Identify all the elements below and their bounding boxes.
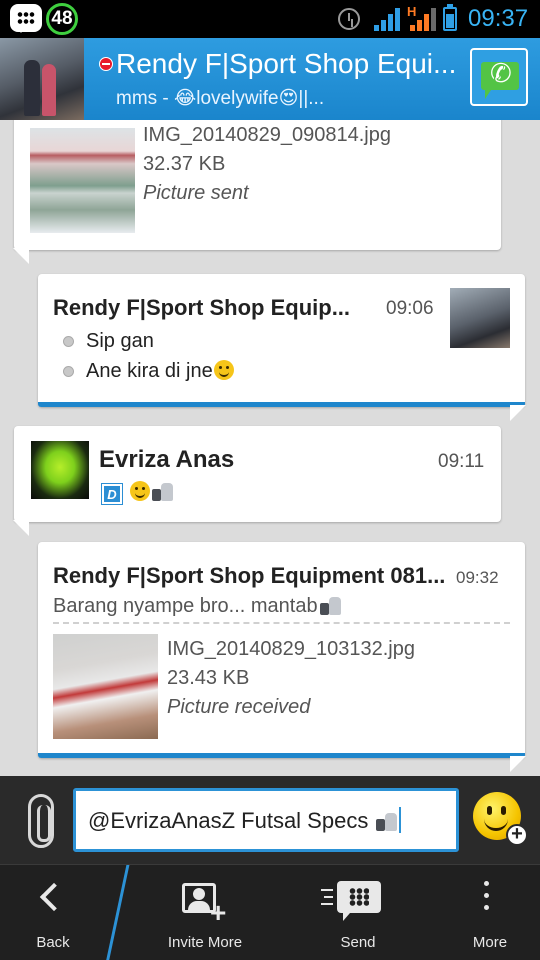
contact-avatar[interactable]	[0, 38, 84, 120]
back-chevron-icon	[39, 882, 69, 912]
message-time: 09:06	[386, 298, 434, 319]
bubble-tail	[510, 756, 526, 772]
chat-history[interactable]: IMG_20140829_090814.jpg 32.37 KB Picture…	[0, 120, 540, 776]
sender-name: Rendy F|Sport Shop Equip...	[53, 295, 351, 320]
contact-name: Rendy F|Sport Shop Equi...	[116, 48, 457, 79]
file-name: IMG_20140829_090814.jpg	[143, 124, 391, 146]
add-emoticon-icon[interactable]: +	[506, 824, 528, 846]
text-caret	[399, 807, 402, 833]
bubble-tail	[13, 520, 29, 536]
sender-name: Evriza Anas	[99, 446, 235, 473]
signal-icon	[374, 7, 400, 31]
sender-avatar[interactable]	[31, 441, 89, 499]
more-button[interactable]: More	[440, 865, 540, 960]
message-input[interactable]: @EvrizaAnasZ Futsal Specs	[73, 788, 459, 852]
sender-name: Rendy F|Sport Shop Equipment 081...	[53, 563, 446, 588]
unread-bar	[38, 753, 525, 758]
message-text: Barang nyampe bro... mantab	[53, 595, 318, 617]
alarm-icon	[338, 8, 360, 30]
back-label: Back	[36, 934, 70, 951]
file-size: 32.37 KB	[143, 153, 226, 175]
message-text-row: Barang nyampe bro... mantab	[53, 595, 342, 618]
message-bubble-incoming[interactable]: Rendy F|Sport Shop Equip... 09:06 Sip ga…	[38, 274, 526, 421]
message-line-with-emoji: Ane kira di jne	[86, 360, 234, 383]
invite-more-button[interactable]: + Invite More	[130, 865, 280, 960]
back-button[interactable]: Back	[0, 865, 106, 960]
more-label: More	[472, 934, 508, 951]
thumbs-up-icon	[319, 597, 342, 615]
message-time: 09:32	[456, 568, 499, 587]
bbm-notification-icon	[10, 4, 42, 33]
bubble-tail	[13, 248, 29, 264]
voice-call-button[interactable]	[470, 48, 528, 106]
message-input-value: @EvrizaAnasZ Futsal Specs	[88, 808, 375, 833]
bullet-icon	[63, 336, 74, 347]
data-signal-icon	[408, 7, 436, 31]
smile-emoji-icon	[130, 481, 150, 501]
image-thumbnail[interactable]	[30, 128, 135, 233]
invite-more-label: Invite More	[167, 934, 243, 951]
attach-paperclip-icon[interactable]	[28, 794, 54, 848]
action-bar: Back + Invite More Send More	[0, 864, 540, 960]
bbm-send-icon	[321, 881, 381, 921]
thumbs-up-icon	[152, 483, 174, 501]
message-time: 09:11	[438, 451, 485, 472]
bubble-tail	[510, 405, 526, 421]
laughing-emoji-icon	[213, 360, 234, 380]
status-bar: 48 H 09:37	[0, 0, 540, 38]
message-bubble-picture-sent[interactable]: IMG_20140829_090814.jpg 32.37 KB Picture…	[13, 120, 501, 264]
file-status: Picture received	[167, 696, 311, 718]
chat-header[interactable]: Rendy F|Sport Shop Equi... mms - 😂lovely…	[0, 38, 540, 120]
send-label: Send	[340, 934, 376, 951]
bbm-chat-screen: 48 H 09:37 Rendy F|Sport Shop Equi... mm…	[0, 0, 540, 960]
emoji-row	[129, 481, 174, 503]
message-bubble-picture-received[interactable]: Rendy F|Sport Shop Equipment 081... 09:3…	[38, 542, 526, 772]
divider	[53, 622, 510, 624]
message-line: Sip gan	[86, 330, 154, 352]
file-size: 23.43 KB	[167, 667, 250, 689]
bbm-d-badge-icon: D	[101, 483, 123, 505]
sender-avatar[interactable]	[450, 288, 510, 348]
battery-icon	[443, 4, 457, 31]
contact-status-message: mms - 😂lovelywife😍||...	[116, 88, 325, 109]
busy-status-icon	[99, 57, 113, 71]
clock: 09:37	[468, 5, 529, 32]
action-bar-divider	[106, 865, 130, 960]
phone-icon	[481, 59, 519, 99]
image-thumbnail[interactable]	[53, 634, 158, 739]
file-name: IMG_20140829_103132.jpg	[167, 638, 415, 660]
plus-icon: +	[210, 897, 227, 928]
bullet-icon	[63, 366, 74, 377]
thumbs-up-icon	[376, 813, 398, 831]
send-button[interactable]: Send	[290, 865, 426, 960]
message-bubble-outgoing[interactable]: Evriza Anas 09:11 D	[13, 426, 501, 536]
message-line: Ane kira di jne	[86, 360, 213, 382]
overflow-menu-icon	[484, 881, 489, 886]
unread-bar	[38, 402, 525, 407]
file-status: Picture sent	[143, 182, 249, 204]
notification-count-badge: 48	[46, 3, 78, 35]
composer-bar: @EvrizaAnasZ Futsal Specs +	[0, 776, 540, 864]
